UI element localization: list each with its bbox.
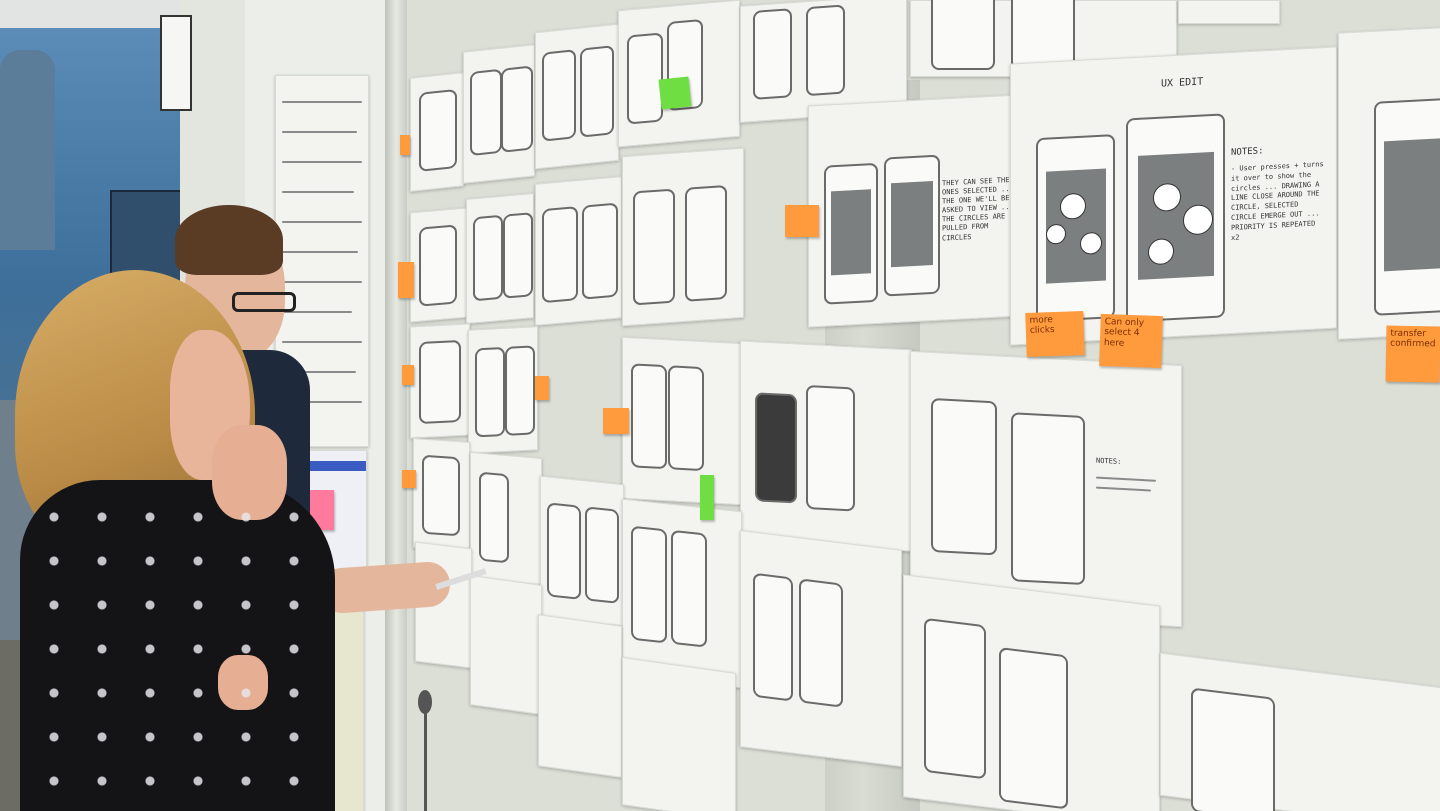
sketch-notes-label: NOTES: <box>1096 456 1122 466</box>
sticky-note <box>785 205 819 237</box>
dress-pattern <box>20 480 335 811</box>
wall-pipe <box>424 710 427 811</box>
sticky-note <box>402 365 414 385</box>
sticky-note <box>402 470 416 488</box>
sketch-sheet <box>410 323 470 439</box>
sketch-sheet <box>413 438 470 552</box>
ux-sheet-notes-label: NOTES: <box>1231 146 1264 158</box>
partition-edge <box>385 0 407 811</box>
sticky-note <box>535 376 549 400</box>
sketch-sheet <box>622 336 742 506</box>
background-building <box>0 50 55 250</box>
sketch-sheet <box>470 451 542 586</box>
wall-sign <box>160 15 192 111</box>
ux-sheet-left-notes: THEY CAN SEE THE ONES SELECTED ... THE O… <box>942 175 1014 243</box>
sticky-note-select-4: Can only select 4 here <box>1099 313 1163 369</box>
ux-edit-title: UX EDIT <box>1161 76 1204 90</box>
ux-sheet-right <box>1338 27 1440 340</box>
sketch-sheet <box>470 574 542 716</box>
man-glasses <box>232 292 296 312</box>
sketch-sheet <box>622 656 736 811</box>
sticky-note <box>400 135 410 155</box>
ux-sheet-center: UX EDIT NOTES: - User presses + turns it… <box>1010 46 1337 346</box>
sketch-sheet <box>903 574 1160 811</box>
sketch-sheet <box>463 44 535 184</box>
green-sticky-note <box>658 76 692 110</box>
sticky-note-transfer: transfer confirmed <box>1385 325 1440 383</box>
sketch-sheet <box>1178 0 1280 24</box>
sticky-note-more-clicks: more clicks <box>1025 311 1085 357</box>
ux-sheet-left: THEY CAN SEE THE ONES SELECTED ... THE O… <box>808 94 1020 328</box>
sticky-note <box>398 262 414 298</box>
sketch-sheet <box>538 614 622 778</box>
sketch-sheet <box>740 340 912 552</box>
man-hair <box>175 205 283 275</box>
sketch-sheet <box>740 530 902 767</box>
sketch-sheet <box>618 0 740 148</box>
sketch-sheet <box>410 72 464 192</box>
sketch-sheet <box>410 207 467 323</box>
sketch-sheet <box>535 176 622 326</box>
green-sticky-note <box>700 475 714 520</box>
sketch-sheet <box>466 193 534 324</box>
man-arm <box>318 560 452 615</box>
sketch-sheet <box>535 23 619 170</box>
office-wall-scene: THEY CAN SEE THE ONES SELECTED ... THE O… <box>0 0 1440 811</box>
ux-sheet-notes: - User presses + turns it over to show t… <box>1231 160 1324 242</box>
sketch-sheet <box>622 147 744 327</box>
sketch-sheet <box>468 326 538 454</box>
sketch-sheet <box>540 475 624 627</box>
sticky-note <box>603 408 629 434</box>
